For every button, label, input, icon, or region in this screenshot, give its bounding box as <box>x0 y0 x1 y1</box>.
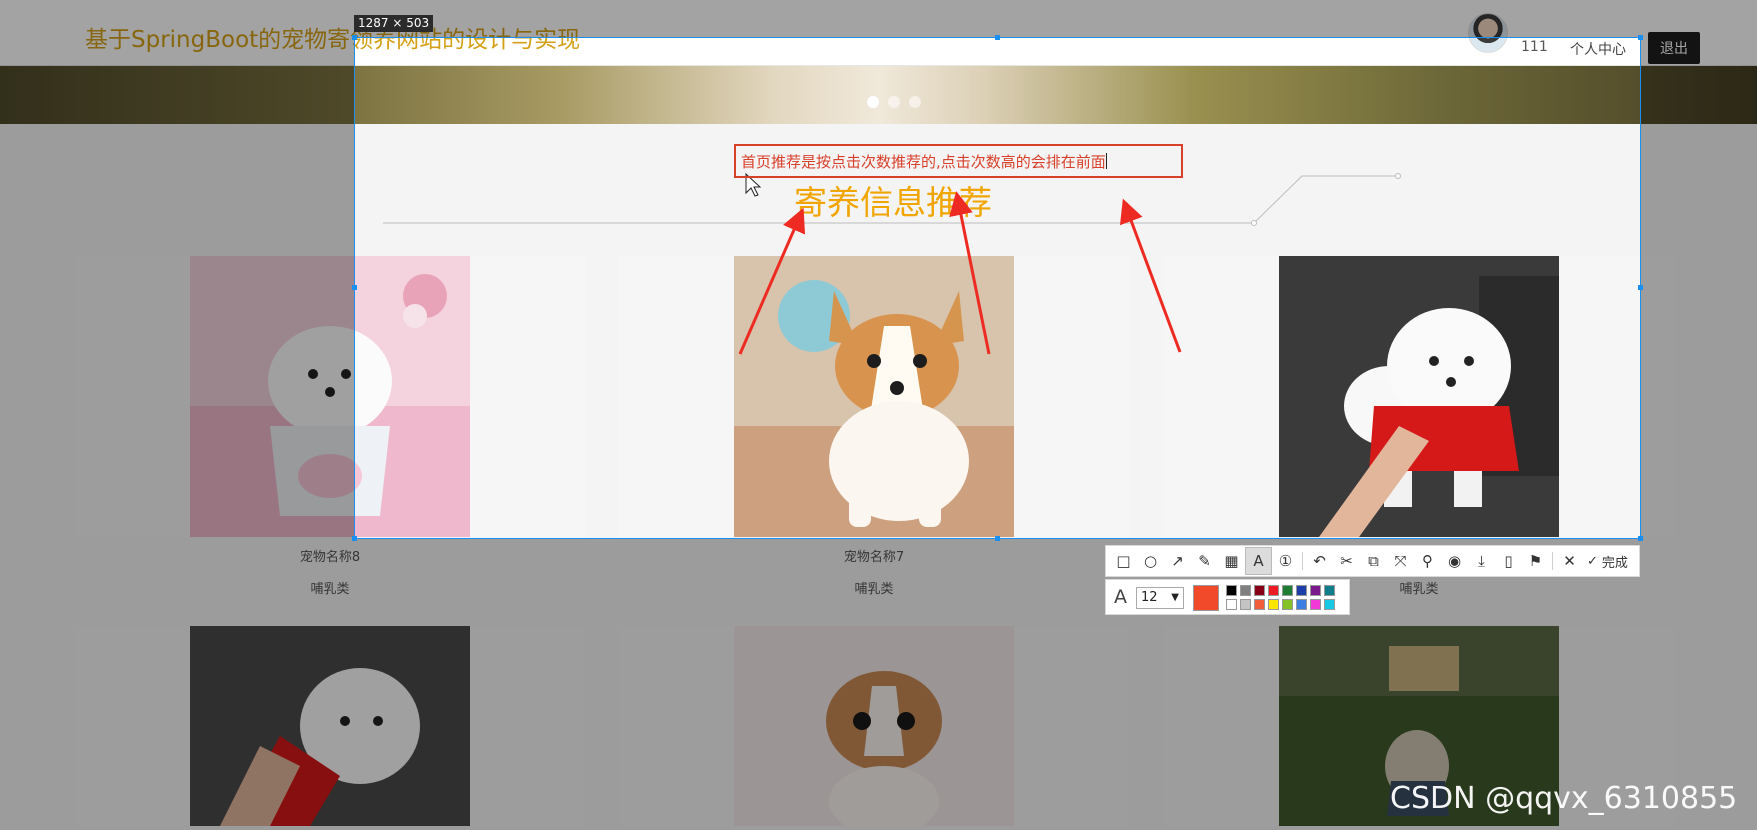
capture-toolbar: □ ○ ↗ ✎ ▦ A ① ↶ ✂ ⧉ ⤧ ⚲ ◉ ⤓ ▯ ⚑ ✕ ✓ 完成 <box>1105 545 1640 577</box>
number-icon[interactable]: ① <box>1272 547 1299 575</box>
long-shot-icon[interactable]: ⤧ <box>1387 547 1414 575</box>
chevron-down-icon: ▼ <box>1171 592 1179 603</box>
resize-handle[interactable] <box>995 536 1000 541</box>
pen-icon[interactable]: ✎ <box>1191 547 1218 575</box>
color-swatch[interactable] <box>1310 599 1321 610</box>
dim-overlay <box>1641 37 1757 539</box>
toolbar-separator <box>1302 552 1303 570</box>
done-label: 完成 <box>1601 555 1628 571</box>
color-swatch[interactable] <box>1282 599 1293 610</box>
toolbar-separator <box>1552 552 1553 570</box>
font-size-select[interactable]: 12 ▼ <box>1136 587 1184 609</box>
rectangle-icon[interactable]: □ <box>1110 547 1137 575</box>
text-style-toolbar: A 12 ▼ <box>1105 579 1350 615</box>
mosaic-icon[interactable]: ▦ <box>1218 547 1245 575</box>
watermark: CSDN @qqvx_6310855 <box>1390 781 1738 816</box>
arrow-icon[interactable]: ↗ <box>1164 547 1191 575</box>
dim-overlay <box>0 0 1757 37</box>
resize-handle[interactable] <box>352 35 357 40</box>
record-icon[interactable]: ◉ <box>1441 547 1468 575</box>
download-icon[interactable]: ⤓ <box>1468 547 1495 575</box>
resize-handle[interactable] <box>352 536 357 541</box>
color-swatch[interactable] <box>1226 585 1237 596</box>
save-icon[interactable]: ▯ <box>1495 547 1522 575</box>
color-swatch[interactable] <box>1254 599 1265 610</box>
text-caret <box>1105 153 1107 169</box>
color-swatch[interactable] <box>1254 585 1265 596</box>
resize-handle[interactable] <box>1638 285 1643 290</box>
resize-handle[interactable] <box>995 35 1000 40</box>
check-icon: ✓ <box>1587 553 1598 569</box>
pin-icon[interactable]: ⚲ <box>1414 547 1441 575</box>
cut-icon[interactable]: ✂ <box>1333 547 1360 575</box>
font-icon: A <box>1114 586 1127 608</box>
dim-overlay <box>0 37 354 539</box>
color-swatch[interactable] <box>1226 599 1237 610</box>
annotation-text[interactable]: 首页推荐是按点击次数推荐的,点击次数高的会排在前面 <box>741 153 1106 171</box>
color-swatch[interactable] <box>1324 599 1335 610</box>
color-swatch[interactable] <box>1240 599 1251 610</box>
color-swatch[interactable] <box>1268 585 1279 596</box>
undo-icon[interactable]: ↶ <box>1306 547 1333 575</box>
selection-frame[interactable] <box>354 37 1641 539</box>
color-swatch[interactable] <box>1296 585 1307 596</box>
font-size-value: 12 <box>1141 590 1158 605</box>
resize-handle[interactable] <box>1638 536 1643 541</box>
resize-handle[interactable] <box>1638 35 1643 40</box>
ellipse-icon[interactable]: ○ <box>1137 547 1164 575</box>
text-annotation-box[interactable]: 首页推荐是按点击次数推荐的,点击次数高的会排在前面 <box>734 144 1183 178</box>
color-swatch[interactable] <box>1282 585 1293 596</box>
color-swatch[interactable] <box>1268 599 1279 610</box>
color-swatch[interactable] <box>1240 585 1251 596</box>
resize-handle[interactable] <box>352 285 357 290</box>
color-swatch[interactable] <box>1324 585 1335 596</box>
ocr-icon[interactable]: ⧉ <box>1360 547 1387 575</box>
done-button[interactable]: ✓ 完成 <box>1587 552 1628 571</box>
close-icon[interactable]: ✕ <box>1556 547 1583 575</box>
current-color[interactable] <box>1193 585 1219 611</box>
color-swatch[interactable] <box>1310 585 1321 596</box>
selection-size-label: 1287 × 503 <box>354 15 434 32</box>
bookmark-icon[interactable]: ⚑ <box>1522 547 1549 575</box>
text-icon[interactable]: A <box>1245 547 1272 575</box>
color-swatch[interactable] <box>1296 599 1307 610</box>
